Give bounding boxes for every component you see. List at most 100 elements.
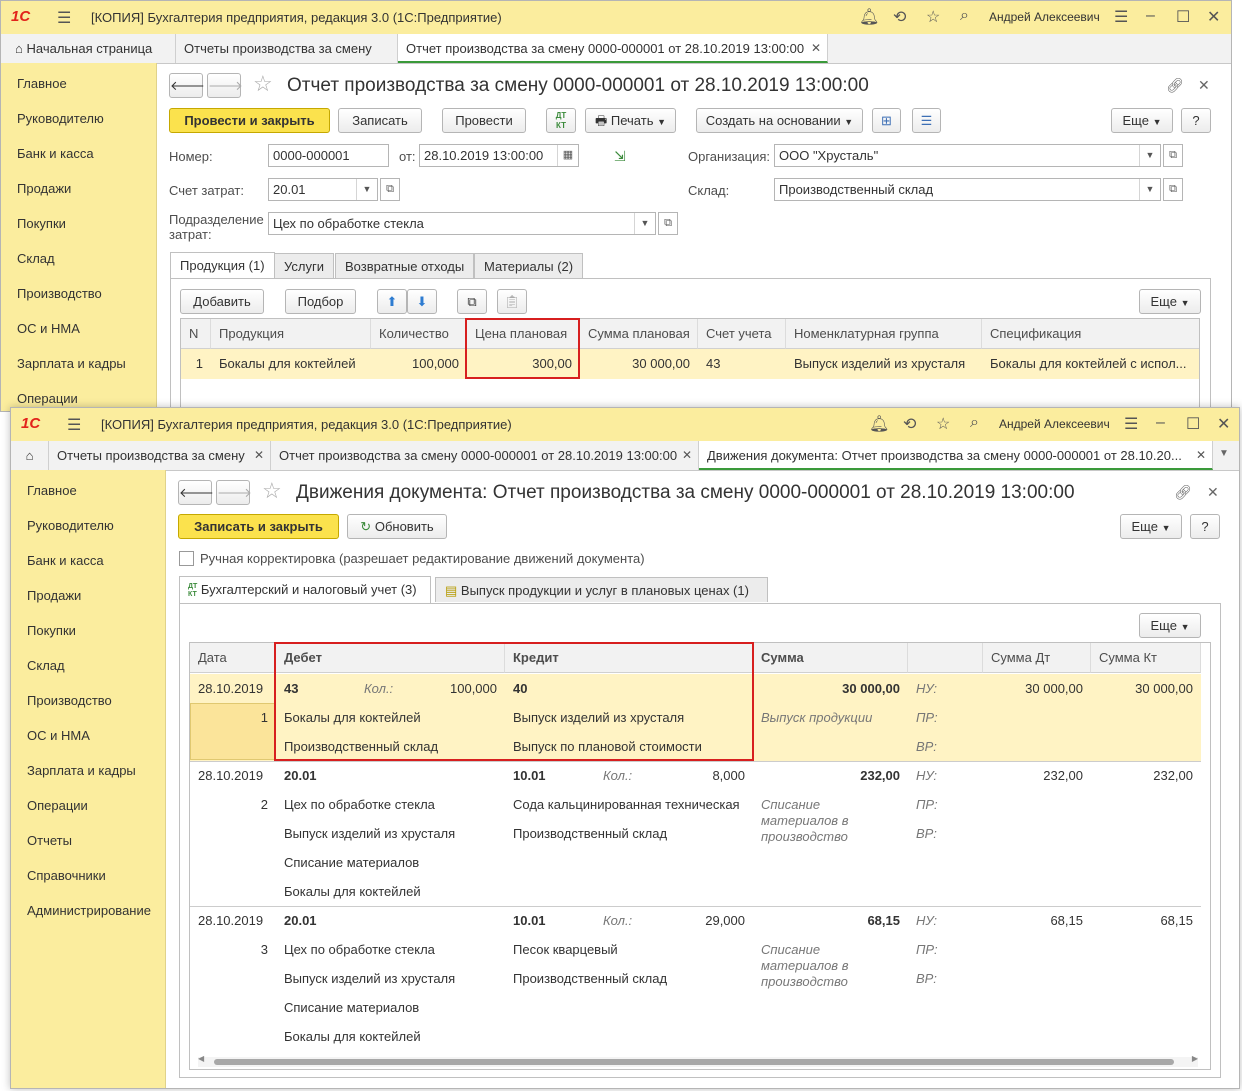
sidebar-item-sales[interactable]: Продажи (17, 181, 71, 196)
search-icon[interactable]: ⌕ (960, 7, 969, 25)
sidebar-item-purchases[interactable]: Покупки (17, 216, 66, 231)
menu-icon[interactable]: ☰ (57, 8, 71, 28)
post-and-close-button[interactable]: Провести и закрыть (169, 108, 330, 133)
history-doc-icon[interactable]: ⇲ (614, 148, 626, 165)
close-tab-icon[interactable]: ✕ (1196, 441, 1206, 468)
sidebar-item-payroll[interactable]: Зарплата и кадры (17, 356, 126, 371)
report-button[interactable]: ☰ (912, 108, 941, 133)
col-account[interactable]: Счет учета (698, 319, 786, 349)
chevron-down-icon[interactable]: ▼ (1139, 179, 1160, 200)
minimize-icon[interactable]: – (1146, 7, 1155, 25)
tab-accounting[interactable]: ДТ КТ Бухгалтерский и налоговый учет (3) (179, 576, 431, 603)
sidebar-item-manager[interactable]: Руководителю (17, 111, 104, 126)
horizontal-scrollbar[interactable]: ◀ ▶ (198, 1054, 1198, 1067)
history-icon[interactable]: ⟲ (903, 414, 916, 434)
table-row[interactable]: 28.10.2019 1 43 Кол.: 100,000 Бокалы для… (190, 674, 1201, 762)
sidebar-item-bank[interactable]: Банк и касса (17, 146, 94, 161)
org-field[interactable]: ООО "Хрусталь" ▼ (774, 144, 1161, 167)
refresh-button[interactable]: ↻ Обновить (347, 514, 447, 539)
warehouse-field[interactable]: Производственный склад ▼ (774, 178, 1161, 201)
sidebar-item-operations[interactable]: Операции (27, 798, 88, 813)
col-sum-kt[interactable]: Сумма Кт (1091, 643, 1201, 673)
calendar-icon[interactable]: ▦ (557, 145, 578, 166)
save-button[interactable]: Записать (338, 108, 422, 133)
copy-button[interactable]: ⧉ (457, 289, 487, 314)
close-form-icon[interactable]: ✕ (1207, 484, 1219, 501)
maximize-icon[interactable]: ☐ (1176, 7, 1190, 27)
account-field[interactable]: 20.01 ▼ (268, 178, 378, 201)
open-account-icon[interactable]: ⧉ (380, 178, 400, 201)
col-sum[interactable]: Сумма (753, 643, 908, 673)
table-more-button[interactable]: Еще ▼ (1139, 289, 1201, 314)
search-icon[interactable]: ⌕ (970, 414, 979, 432)
table-row[interactable]: 1 Бокалы для коктейлей 100,000 300,00 30… (181, 349, 1199, 379)
col-product[interactable]: Продукция (211, 319, 371, 349)
tab-reports-list[interactable]: Отчеты производства за смену ✕ (49, 441, 271, 470)
col-spec[interactable]: Спецификация (982, 319, 1199, 349)
sidebar-item-operations[interactable]: Операции (17, 391, 78, 406)
help-button[interactable]: ? (1190, 514, 1220, 539)
col-nomen-group[interactable]: Номенклатурная группа (786, 319, 982, 349)
close-form-icon[interactable]: ✕ (1198, 77, 1210, 94)
link-icon[interactable]: 🔗︎ (1166, 77, 1184, 94)
menu-icon[interactable]: ☰ (67, 415, 81, 435)
print-button[interactable]: 🖶 Печать ▼ (585, 108, 676, 133)
sidebar-item-production[interactable]: Производство (27, 693, 112, 708)
more-button[interactable]: Еще ▼ (1120, 514, 1182, 539)
number-field[interactable]: 0000-000001 (268, 144, 389, 167)
move-down-button[interactable]: ⬇ (407, 289, 437, 314)
post-button[interactable]: Провести (442, 108, 526, 133)
tab-reports-list[interactable]: Отчеты производства за смену (176, 34, 398, 63)
sidebar-item-manager[interactable]: Руководителю (27, 518, 114, 533)
col-tax[interactable] (908, 643, 983, 673)
star-icon[interactable]: ☆ (936, 414, 950, 434)
close-window-icon[interactable]: ✕ (1217, 414, 1230, 434)
col-plan-sum[interactable]: Сумма плановая (580, 319, 698, 349)
favorite-star-icon[interactable]: ☆ (253, 71, 273, 97)
close-tab-icon[interactable]: ✕ (254, 441, 264, 470)
tab-home[interactable]: ⌂ (11, 441, 49, 470)
scroll-left-icon[interactable]: ◀ (198, 1054, 204, 1063)
paste-button[interactable]: 📋︎ (497, 289, 527, 314)
sidebar-item-reports[interactable]: Отчеты (27, 833, 72, 848)
history-icon[interactable]: ⟲ (893, 7, 906, 27)
add-button[interactable]: Добавить (180, 289, 264, 314)
dtkt-button[interactable]: ДТ КТ (546, 108, 576, 133)
bell-icon[interactable]: 🔔︎ (869, 414, 889, 434)
col-sum-dt[interactable]: Сумма Дт (983, 643, 1091, 673)
chevron-down-icon[interactable]: ▼ (1139, 145, 1160, 166)
minimize-icon[interactable]: – (1156, 414, 1165, 432)
sidebar-item-warehouse[interactable]: Склад (17, 251, 55, 266)
structure-button[interactable]: ⊞ (872, 108, 901, 133)
open-dept-icon[interactable]: ⧉ (658, 212, 678, 235)
forward-button[interactable]: 🡒 (216, 480, 252, 505)
date-field[interactable]: 28.10.2019 13:00:00 ▦ (419, 144, 579, 167)
close-tab-icon[interactable]: ✕ (682, 441, 692, 470)
favorite-star-icon[interactable]: ☆ (262, 478, 282, 504)
open-warehouse-icon[interactable]: ⧉ (1163, 178, 1183, 201)
tab-report-doc[interactable]: Отчет производства за смену 0000-000001 … (271, 441, 699, 470)
sidebar-item-sales[interactable]: Продажи (27, 588, 81, 603)
chevron-down-icon[interactable]: ▼ (634, 213, 655, 234)
manual-correction-checkbox[interactable] (179, 551, 194, 566)
col-debit[interactable]: Дебет (276, 643, 505, 673)
grid-more-button[interactable]: Еще ▼ (1139, 613, 1201, 638)
tab-home[interactable]: ⌂ Начальная страница (1, 34, 176, 63)
col-credit[interactable]: Кредит (505, 643, 753, 673)
tab-doc-movements[interactable]: Движения документа: Отчет производства з… (699, 441, 1213, 470)
sidebar-item-assets[interactable]: ОС и НМА (17, 321, 80, 336)
settings-menu-icon[interactable]: ☰ (1114, 7, 1128, 27)
tab-planned-output[interactable]: ▤ Выпуск продукции и услуг в плановых це… (435, 577, 768, 602)
save-and-close-button[interactable]: Записать и закрыть (178, 514, 339, 539)
tab-returns[interactable]: Возвратные отходы (335, 253, 475, 278)
sidebar-item-payroll[interactable]: Зарплата и кадры (27, 763, 136, 778)
dept-field[interactable]: Цех по обработке стекла ▼ (268, 212, 656, 235)
pick-button[interactable]: Подбор (285, 289, 356, 314)
tabs-dropdown-icon[interactable]: ▼ (1219, 448, 1229, 459)
table-row[interactable]: 28.10.2019 3 20.01 Цех по обработке стек… (190, 906, 1201, 1051)
scroll-right-icon[interactable]: ▶ (1192, 1054, 1198, 1063)
sidebar-item-production[interactable]: Производство (17, 286, 102, 301)
sidebar-item-main[interactable]: Главное (27, 483, 77, 498)
back-button[interactable]: 🡐 (178, 480, 214, 505)
close-tab-icon[interactable]: ✕ (811, 34, 821, 61)
